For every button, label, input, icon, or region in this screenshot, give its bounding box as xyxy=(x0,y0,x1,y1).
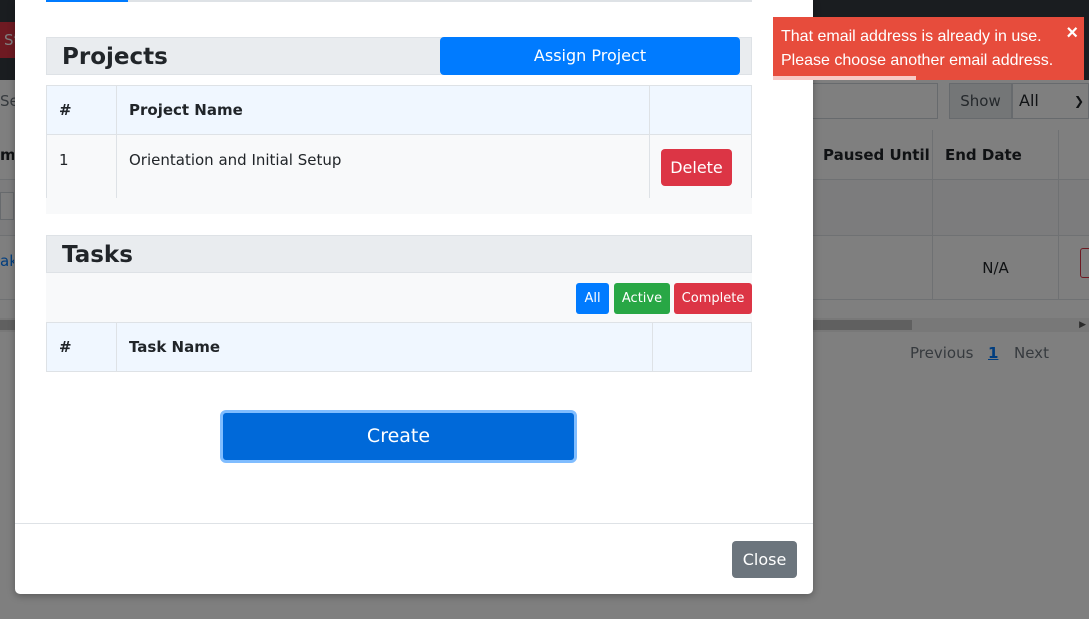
header-project-name: Project Name xyxy=(117,86,650,134)
table-row: 1 Orientation and Initial Setup xyxy=(46,135,752,199)
delete-project-button[interactable]: Delete xyxy=(661,149,732,186)
create-button[interactable]: Create xyxy=(220,410,577,463)
modal-tabs xyxy=(46,0,752,2)
toast-progress-bar xyxy=(773,76,917,80)
header-actions xyxy=(653,323,751,371)
project-row-name: Orientation and Initial Setup xyxy=(117,135,650,198)
toast-message-line2: Please choose another email address. xyxy=(781,52,1054,69)
filter-active-button[interactable]: Active xyxy=(614,283,670,314)
active-tab-indicator xyxy=(46,0,128,2)
modal-dialog: Projects Assign Project # Project Name 1… xyxy=(15,0,813,594)
close-button[interactable]: Close xyxy=(732,541,797,578)
error-toast: That email address is already in use. Pl… xyxy=(773,17,1084,80)
filter-all-button[interactable]: All xyxy=(576,283,609,314)
close-icon[interactable]: × xyxy=(1066,23,1078,43)
header-actions xyxy=(650,86,751,134)
tasks-title: Tasks xyxy=(62,242,133,268)
project-row-num: 1 xyxy=(47,135,117,198)
header-num: # xyxy=(47,86,117,134)
projects-panel-bottom xyxy=(46,198,752,214)
projects-title: Projects xyxy=(62,44,168,70)
tasks-table-header: # Task Name xyxy=(46,322,752,372)
filter-complete-button[interactable]: Complete xyxy=(674,283,752,314)
toast-message-line1: That email address is already in use. xyxy=(781,28,1042,45)
header-num: # xyxy=(47,323,117,371)
modal-footer-divider xyxy=(15,523,813,524)
tasks-header: Tasks xyxy=(46,235,752,273)
assign-project-button[interactable]: Assign Project xyxy=(440,37,740,75)
projects-table-header: # Project Name xyxy=(46,85,752,135)
header-task-name: Task Name xyxy=(117,323,653,371)
